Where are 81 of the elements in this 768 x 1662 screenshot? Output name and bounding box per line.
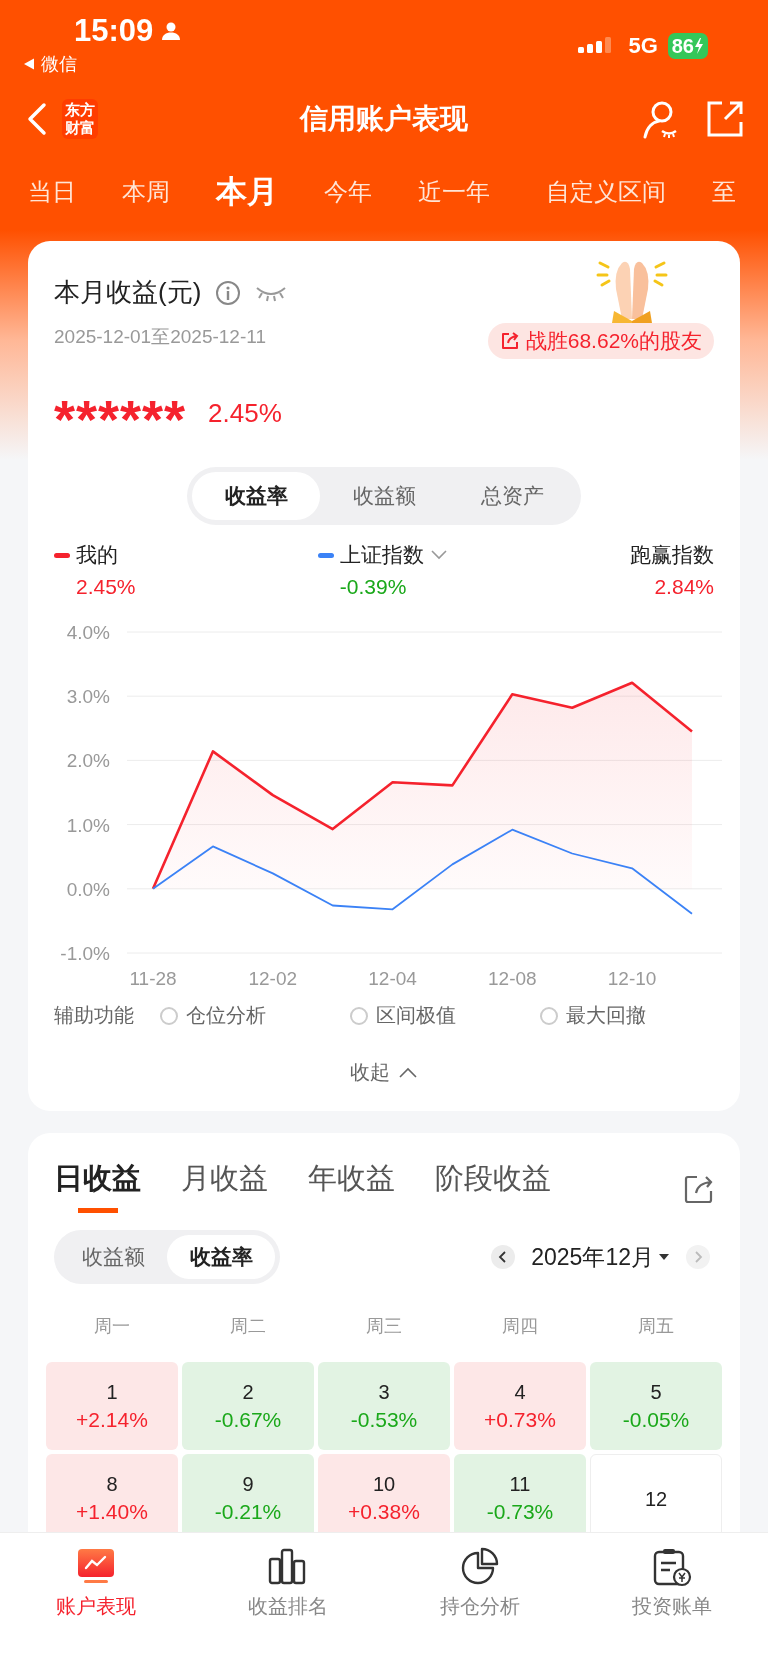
option-label[interactable]: 最大回撤 [566,1002,646,1029]
weekday-label: 周二 [229,1315,267,1338]
network-label: 5G [628,33,658,59]
person-icon [161,21,182,41]
day-cell[interactable]: 1 +2.14% [46,1362,178,1450]
back-icon[interactable] [26,102,48,136]
legend-label: 我的 [76,542,118,568]
y-axis-label: 3.0% [66,686,110,708]
tab-bar-item[interactable]: 收益排名 [248,1593,328,1620]
metric-tab[interactable]: 总资产 [448,472,576,520]
day-cell[interactable]: 11 -0.73% [454,1454,586,1532]
y-axis-label: 1.0% [66,814,110,836]
legend-value: 2.45% [75,575,136,599]
page-title: 信用账户表现 [298,102,469,136]
legend-value: 2.84% [654,575,714,599]
option-label[interactable]: 区间极值 [376,1002,456,1029]
day-cell[interactable]: 4 +0.73% [454,1362,586,1450]
returns-tab[interactable]: 月收益 [181,1159,268,1218]
aux-label: 辅助功能 [54,1003,134,1028]
app-logo[interactable]: 东方 财富 [62,99,98,139]
month-selector[interactable]: 2025年12月 [531,1241,670,1273]
legend-value: -0.39% [338,575,408,599]
x-axis-label: 12-08 [488,968,537,989]
tab-bar-item[interactable]: 投资账单 [632,1593,712,1620]
share-icon [499,331,520,351]
returns-tab[interactable]: 阶段收益 [435,1159,551,1218]
next-month-icon[interactable] [686,1245,710,1269]
radio-button[interactable] [160,1006,178,1025]
day-cell[interactable]: 12 [590,1454,722,1532]
chevron-up-icon [398,1066,418,1079]
info-icon[interactable] [215,279,242,306]
day-cell[interactable]: 3 -0.53% [318,1362,450,1450]
period-tab[interactable]: 本月 [216,171,278,221]
back-app-link[interactable]: 微信 [41,52,77,76]
date-range: 2025-12-01至2025-12-11 [54,325,267,349]
day-cell[interactable]: 9 -0.21% [182,1454,314,1532]
previous-month-icon[interactable] [491,1245,516,1269]
share-icon[interactable] [706,100,744,138]
back-triangle-icon[interactable] [23,58,35,70]
x-axis-label: 12-02 [248,968,298,989]
day-cell[interactable]: 10 +0.38% [318,1454,450,1532]
share-icon[interactable] [684,1173,714,1204]
battery-indicator: 86 [667,33,708,59]
value-tab[interactable]: 收益率 [167,1235,275,1279]
legend-label: 跑赢指数 [630,542,714,568]
legend-label[interactable]: 上证指数 [339,541,424,569]
tab-bar-item[interactable]: 账户表现 [56,1593,136,1620]
day-cell[interactable]: 8 +1.40% [46,1454,178,1532]
weekday-label: 周一 [93,1315,131,1338]
x-axis-label: 11-28 [129,968,177,989]
radio-button[interactable] [540,1006,558,1025]
metric-tab[interactable]: 收益额 [320,472,448,520]
value-tab[interactable]: 收益额 [59,1235,167,1279]
metric-tab[interactable]: 收益率 [192,472,320,520]
y-axis-label: 4.0% [66,622,110,643]
returns-tab[interactable]: 年收益 [308,1159,395,1218]
y-axis-label: -1.0% [60,943,110,964]
pie-chart-icon[interactable] [460,1547,500,1587]
bar-chart-icon[interactable] [268,1547,308,1587]
clock-time: 15:09 [74,12,154,50]
bill-icon[interactable] [652,1547,692,1587]
weekday-label: 周三 [365,1315,403,1338]
card-title: 本月收益(元) [54,276,202,309]
y-axis-label: 2.0% [66,750,110,772]
collapse-link[interactable]: 收起 [350,1059,418,1086]
hidden-amount: ****** [54,388,187,441]
caret-down-icon [658,1253,670,1261]
y-axis-label: 0.0% [66,878,110,900]
beat-badge[interactable]: 战胜68.62%的股友 [487,323,714,359]
chevron-down-icon[interactable] [429,549,448,561]
day-cell[interactable]: 5 -0.05% [590,1362,722,1450]
tab-bar-item[interactable]: 持仓分析 [440,1593,520,1620]
weekday-label: 周五 [637,1315,675,1338]
weekday-label: 周四 [501,1315,539,1338]
day-cell[interactable]: 2 -0.67% [182,1362,314,1450]
x-axis-label: 12-10 [607,968,657,989]
x-axis-label: 12-04 [368,968,417,989]
option-label[interactable]: 仓位分析 [186,1002,266,1029]
return-rate: 2.45% [208,397,282,429]
radio-button[interactable] [350,1006,368,1025]
person-eye-icon[interactable] [642,99,678,139]
